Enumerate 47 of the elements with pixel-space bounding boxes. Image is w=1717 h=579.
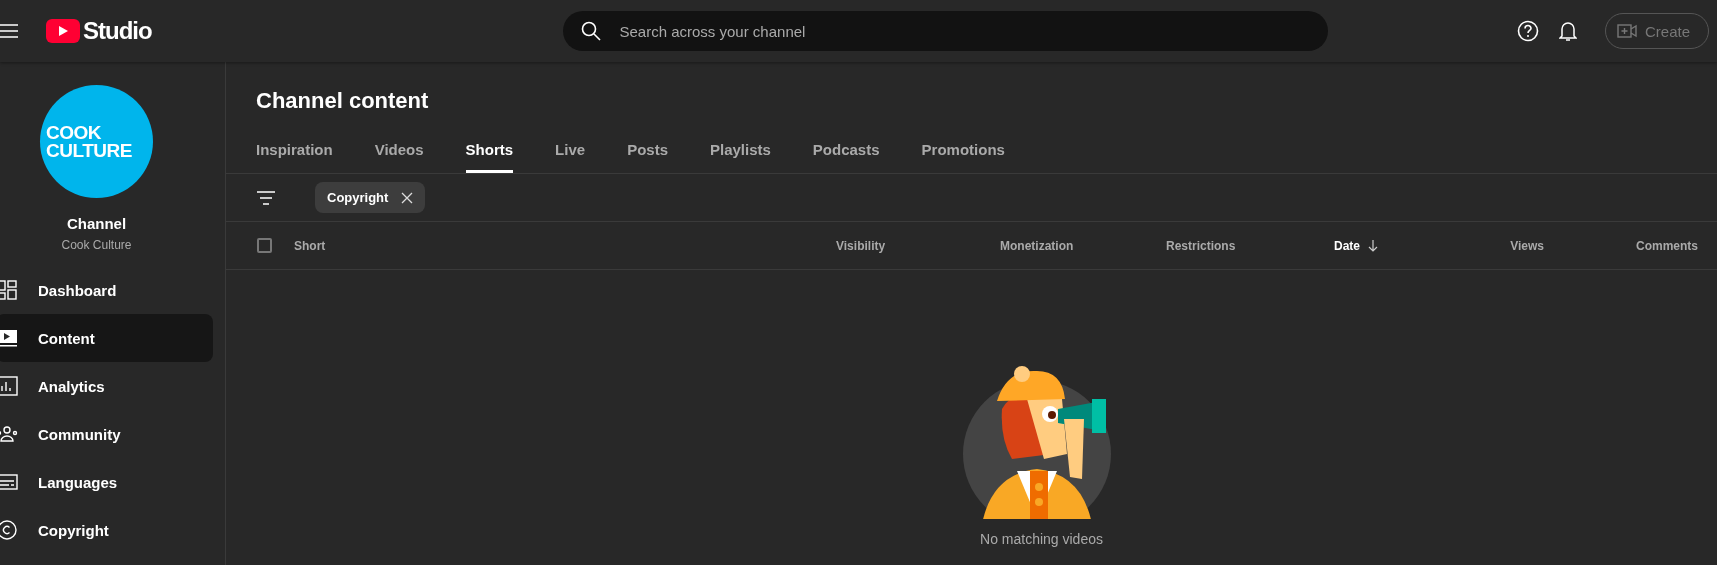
help-icon[interactable]: [1516, 20, 1539, 42]
people-icon: [0, 423, 18, 445]
avatar-logo-text: CULTURE: [46, 141, 133, 160]
tab[interactable]: Playlists: [710, 127, 771, 173]
search-icon: [581, 21, 602, 41]
content-icon: [0, 327, 18, 349]
copyright-icon: [0, 519, 18, 541]
sidebar-item[interactable]: Languages: [0, 458, 213, 506]
play-logo-icon: [46, 19, 80, 43]
empty-message: No matching videos: [980, 531, 1103, 547]
column-header[interactable]: Monetization: [1000, 238, 1074, 253]
menu-icon[interactable]: [0, 24, 18, 38]
analytics-icon: [0, 375, 18, 397]
column-header[interactable]: Restrictions: [1166, 238, 1236, 253]
page-title: Channel content: [256, 88, 430, 112]
column-header[interactable]: Views: [1510, 238, 1544, 253]
avatar-logo-text: COOK: [46, 123, 102, 142]
column-header[interactable]: Comments: [1636, 238, 1698, 253]
column-header[interactable]: Visibility: [836, 238, 886, 253]
tab[interactable]: Videos: [374, 127, 424, 173]
channel-label: Channel: [66, 215, 127, 232]
sidebar-item[interactable]: Community: [0, 410, 213, 458]
dashboard-icon: [0, 279, 18, 301]
tab[interactable]: Promotions: [921, 127, 1005, 173]
tab[interactable]: Podcasts: [812, 127, 880, 173]
video-plus-icon: [1616, 23, 1637, 39]
subtitles-icon: [0, 471, 18, 493]
column-header[interactable]: Date: [1334, 238, 1360, 253]
search-field[interactable]: Search across your channel: [563, 11, 1329, 51]
filter-icon[interactable]: [257, 190, 275, 205]
checkbox[interactable]: [257, 238, 272, 253]
bell-icon[interactable]: [1558, 20, 1577, 42]
sidebar-item[interactable]: Analytics: [0, 362, 213, 410]
close-icon[interactable]: [401, 191, 414, 204]
chip-label: Copyright: [327, 190, 389, 205]
logo-text: Studio: [83, 17, 152, 45]
arrow-down-icon[interactable]: [1368, 239, 1378, 252]
tab[interactable]: Live: [555, 127, 586, 173]
channel-name: Cook Culture: [61, 238, 132, 252]
sidebar-item[interactable]: Content: [0, 314, 213, 362]
filter-chip[interactable]: Copyright: [315, 182, 426, 213]
sidebar-item[interactable]: Copyright: [0, 506, 213, 554]
sidebar-item[interactable]: Dashboard: [0, 266, 213, 314]
tab[interactable]: Posts: [627, 127, 668, 173]
column-header[interactable]: Short: [294, 238, 326, 253]
tab[interactable]: Inspiration: [256, 127, 333, 173]
tab[interactable]: Shorts: [465, 127, 514, 173]
